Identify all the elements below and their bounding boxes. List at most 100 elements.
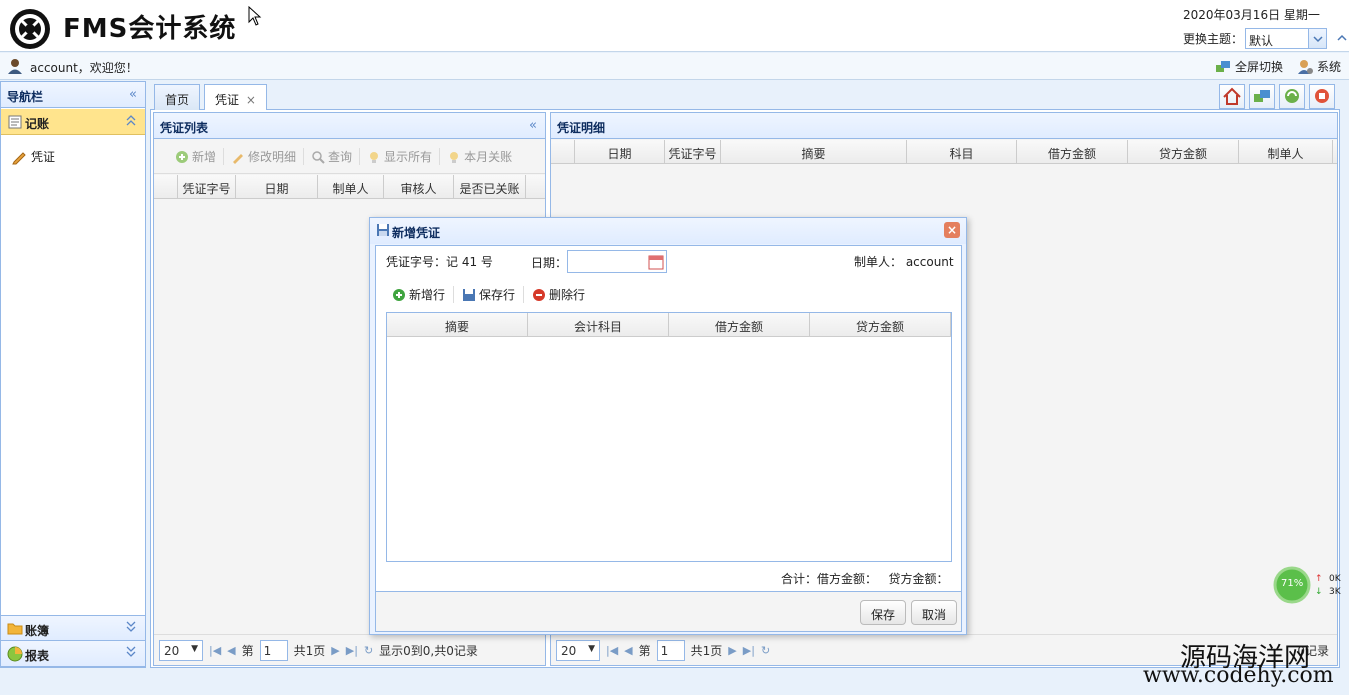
- column-header[interactable]: 日期: [236, 175, 318, 198]
- nav-item-voucher-label: 凭证: [31, 150, 56, 164]
- first-page-icon[interactable]: |◀: [209, 644, 221, 657]
- page-size-select[interactable]: 20 ▼: [159, 639, 203, 661]
- save-button[interactable]: 保存: [860, 600, 907, 625]
- last-page-icon[interactable]: ▶|: [346, 644, 358, 657]
- column-header[interactable]: 制单人: [318, 175, 384, 198]
- prev-page-icon[interactable]: ◀: [227, 644, 235, 657]
- add-voucher-button[interactable]: 新增: [168, 148, 225, 165]
- refresh-icon[interactable]: ↻: [364, 644, 373, 657]
- dialog-header: 新增凭证 ×: [370, 218, 966, 244]
- last-page-icon[interactable]: ▶|: [743, 644, 755, 657]
- prev-page-icon[interactable]: ◀: [624, 644, 632, 657]
- logo-icon: [9, 8, 51, 50]
- save-icon: [377, 224, 389, 236]
- home-button[interactable]: [1219, 84, 1245, 109]
- column-header[interactable]: 摘要: [387, 313, 528, 336]
- network-speed-widget[interactable]: 71% ↑ 0K ↓ 3K: [1273, 566, 1349, 606]
- fullscreen-tab-button[interactable]: [1249, 84, 1275, 109]
- stop-button[interactable]: [1309, 84, 1335, 109]
- row-number-header: [551, 140, 575, 163]
- calendar-icon: [648, 255, 664, 270]
- close-month-button[interactable]: 本月关账: [440, 148, 519, 165]
- column-header[interactable]: 日期: [575, 140, 665, 163]
- pager-info: 显示0到0,共0记录: [379, 643, 478, 658]
- nav-item-voucher[interactable]: 凭证: [11, 148, 55, 165]
- user-bar: account，欢迎您！ 全屏切换 系统: [0, 53, 1349, 80]
- tab-voucher-label: 凭证: [215, 93, 240, 107]
- speed-percent: 71%: [1281, 578, 1304, 589]
- column-header[interactable]: 会计科目: [528, 313, 669, 336]
- accordion-report[interactable]: 报表: [1, 641, 145, 667]
- chevron-down-icon[interactable]: [125, 620, 137, 634]
- page-size-select[interactable]: 20 ▼: [556, 639, 600, 661]
- watermark-url: www.codehy.com: [1143, 663, 1334, 688]
- page-size-value: 20: [561, 643, 577, 658]
- first-page-icon[interactable]: |◀: [606, 644, 618, 657]
- cancel-button[interactable]: 取消: [911, 600, 958, 625]
- show-all-button[interactable]: 显示所有: [360, 148, 441, 165]
- dialog-title: 新增凭证: [392, 226, 441, 240]
- theme-select[interactable]: 默认: [1245, 28, 1327, 49]
- column-header[interactable]: 是否已关账: [454, 175, 526, 198]
- page-prefix: 第: [241, 643, 254, 658]
- page-input[interactable]: 1: [259, 639, 288, 661]
- chevron-up-icon[interactable]: [1336, 32, 1348, 44]
- totals-text: 合计：借方金额： 贷方金额：: [781, 572, 949, 586]
- system-user-icon: [1298, 59, 1313, 74]
- tab-bar: 首页 凭证 ×: [150, 81, 1340, 111]
- voucher-detail-title: 凭证明细: [557, 121, 606, 135]
- refresh-icon[interactable]: ↻: [761, 644, 770, 657]
- save-icon: [463, 288, 476, 301]
- column-header[interactable]: 借方金额: [669, 313, 810, 336]
- book-icon: [8, 115, 22, 129]
- next-page-icon[interactable]: ▶: [331, 644, 339, 657]
- save-row-button[interactable]: 保存行: [454, 286, 525, 303]
- tab-close-icon[interactable]: ×: [246, 93, 256, 107]
- column-header[interactable]: 贷方金额: [810, 313, 951, 336]
- fullscreen-button[interactable]: 全屏切换: [1215, 58, 1283, 75]
- collapse-left-icon[interactable]: «: [129, 87, 137, 102]
- column-header[interactable]: 科目: [907, 140, 1017, 163]
- column-header[interactable]: 审核人: [384, 175, 454, 198]
- chevron-down-icon[interactable]: [125, 645, 137, 659]
- chevron-up-icon[interactable]: [125, 113, 137, 127]
- column-header[interactable]: 借方金额: [1017, 140, 1128, 163]
- tab-voucher[interactable]: 凭证 ×: [204, 84, 267, 111]
- app-header: FMS会计系统 2020年03月16日 星期一 更换主题： 默认: [0, 0, 1349, 52]
- column-header[interactable]: 凭证字号: [665, 140, 721, 163]
- accordion-ledger[interactable]: 账簿: [1, 615, 145, 641]
- pencil-icon: [12, 151, 26, 164]
- page-prefix: 第: [638, 643, 651, 658]
- date-input[interactable]: [567, 250, 667, 273]
- system-label: 系统: [1317, 60, 1342, 74]
- chevron-down-icon[interactable]: [1308, 29, 1326, 48]
- folder-icon: [7, 623, 23, 635]
- home-icon: [1223, 87, 1241, 105]
- date-label: 日期：: [531, 256, 568, 270]
- app-title: FMS会计系统: [63, 14, 237, 44]
- close-icon[interactable]: ×: [944, 222, 960, 238]
- add-icon: [393, 288, 405, 301]
- system-button[interactable]: 系统: [1297, 58, 1341, 75]
- add-icon: [176, 150, 188, 163]
- page-input[interactable]: 1: [656, 639, 685, 661]
- refresh-button[interactable]: [1279, 84, 1305, 109]
- column-header[interactable]: 贷方金额: [1128, 140, 1239, 163]
- page-total: 共1页: [293, 643, 326, 658]
- close-month-label: 本月关账: [464, 150, 513, 164]
- column-header[interactable]: 制单人: [1239, 140, 1333, 163]
- collapse-left-icon[interactable]: «: [529, 118, 537, 133]
- delete-row-button[interactable]: 删除行: [524, 286, 593, 303]
- edit-detail-button[interactable]: 修改明细: [224, 148, 305, 165]
- next-page-icon[interactable]: ▶: [728, 644, 736, 657]
- add-row-button[interactable]: 新增行: [384, 286, 455, 303]
- voucher-list-header: 凭证列表 «: [154, 113, 545, 139]
- column-header[interactable]: 凭证字号: [178, 175, 236, 198]
- voucher-list-toolbar: 新增 修改明细 查询 显示所有 本月关账: [154, 140, 545, 174]
- tab-home[interactable]: 首页: [154, 84, 201, 110]
- query-button[interactable]: 查询: [304, 148, 361, 165]
- accordion-accounting-label: 记账: [25, 117, 50, 131]
- column-header[interactable]: 摘要: [721, 140, 907, 163]
- accordion-accounting[interactable]: 记账: [1, 109, 145, 135]
- voucher-list-pager: 20 ▼ |◀ ◀ 第 1 共1页 ▶ ▶| ↻ 显示0到0,共0记录: [154, 634, 545, 665]
